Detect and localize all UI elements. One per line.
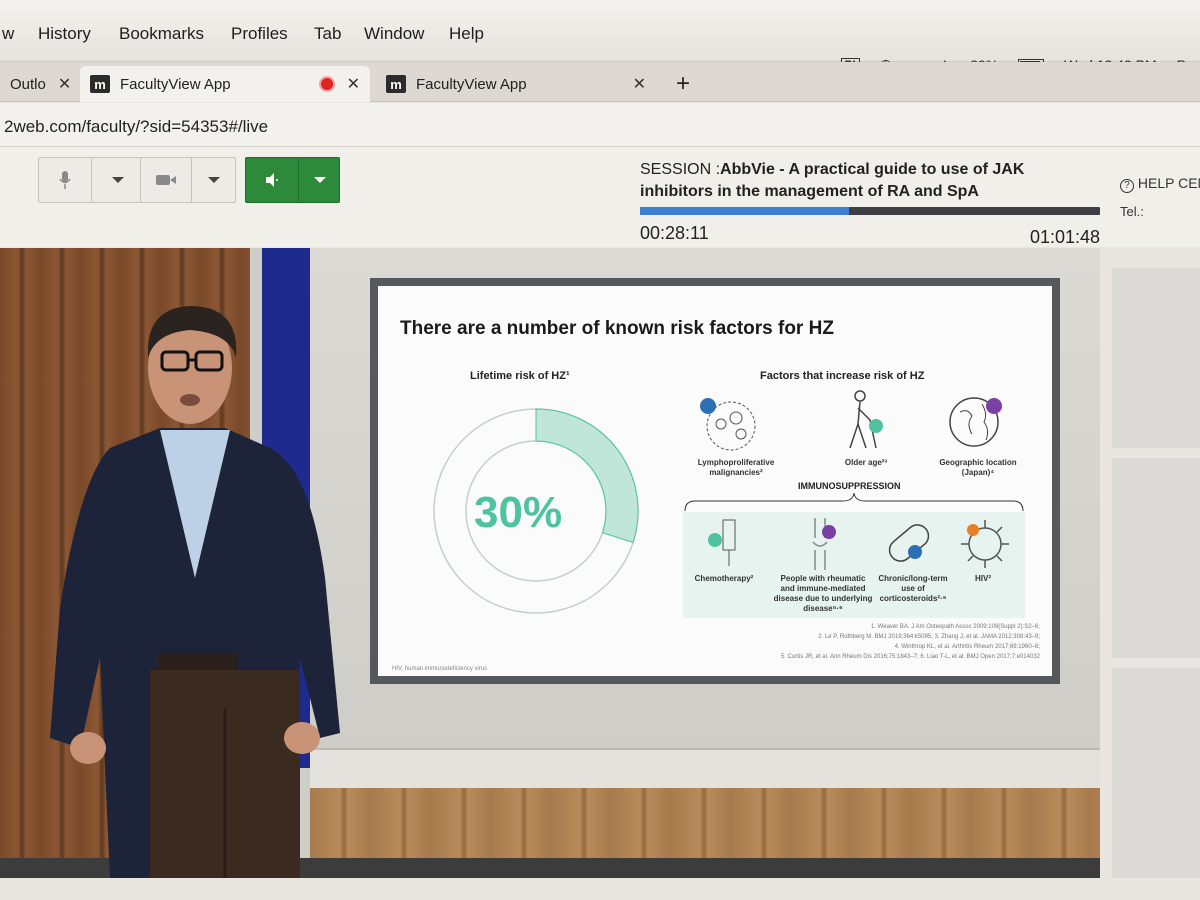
slide: There are a number of known risk factors… xyxy=(378,286,1052,676)
speaker-dropdown[interactable] xyxy=(299,158,340,202)
app-header: SESSION :AbbVie - A practical guide to u… xyxy=(0,147,1200,247)
chevron-down-icon xyxy=(208,177,220,183)
session-progress-bar[interactable] xyxy=(640,207,1100,215)
speaker-icon xyxy=(266,173,278,187)
reference-line: 5. Curtis JR, et al. Ann Rheum Dis 2016;… xyxy=(780,654,1040,660)
url-text[interactable]: 2web.com/faculty/?sid=54353#/live xyxy=(4,117,268,137)
immunosuppression-brace xyxy=(684,492,1024,512)
speaker-control xyxy=(245,157,340,203)
tab-facultyview[interactable]: m FacultyView App ✕ xyxy=(376,66,656,102)
immunosuppression-panel: Chemotherapy² People with rheumatic and … xyxy=(683,512,1025,618)
speaker-button[interactable] xyxy=(246,158,298,202)
chemotherapy-icon xyxy=(708,519,736,566)
slide-title: There are a number of known risk factors… xyxy=(400,318,834,339)
older-age-icon xyxy=(849,390,883,449)
factor-label-geographic: Geographic location (Japan)⁴ xyxy=(939,458,1017,477)
m-logo-icon: m xyxy=(386,75,406,93)
elapsed-time: 00:28:11 xyxy=(640,223,709,243)
lifetime-risk-title: Lifetime risk of HZ¹ xyxy=(470,370,570,382)
menu-window[interactable]: Window xyxy=(364,24,424,44)
tab-label: Outlo xyxy=(10,75,46,93)
progress-fill xyxy=(640,207,850,215)
close-icon[interactable]: ✕ xyxy=(58,74,71,94)
pill-icon xyxy=(888,524,930,562)
help-icon: ? xyxy=(1120,179,1134,193)
virus-icon xyxy=(961,520,1009,568)
address-bar[interactable]: 2web.com/faculty/?sid=54353#/live xyxy=(0,103,1200,147)
side-panel-top[interactable] xyxy=(1112,268,1200,448)
lymphoproliferative-icon xyxy=(700,398,756,451)
menu-tab[interactable]: Tab xyxy=(314,24,341,44)
close-icon[interactable]: ✕ xyxy=(633,74,646,94)
factors-title: Factors that increase risk of HZ xyxy=(760,370,925,382)
studio-sill xyxy=(310,748,1100,788)
menu-help[interactable]: Help xyxy=(449,24,484,44)
help-tel: Tel.: xyxy=(1120,204,1144,219)
factor-label-older-age: Older age²³ xyxy=(844,458,888,467)
video-player[interactable]: There are a number of known risk factors… xyxy=(0,248,1100,878)
session-prefix: SESSION : xyxy=(640,161,721,178)
side-panel-bottom[interactable] xyxy=(1112,668,1200,878)
help-label: HELP CENT xyxy=(1137,175,1200,191)
immunosuppression-title: IMMUNOSUPPRESSION xyxy=(798,481,901,491)
microphone-icon xyxy=(59,171,71,189)
total-time: 01:01:48 xyxy=(1030,227,1101,247)
microphone-dropdown[interactable] xyxy=(92,158,144,202)
m-logo-icon: m xyxy=(90,75,110,93)
immuno-label-hiv: HIV² xyxy=(975,574,991,583)
globe-icon xyxy=(949,397,1002,447)
slide-footnote: HIV, human immunodeficiency virus xyxy=(392,666,488,672)
references: 1. Weaver BA. J Am Osteopath Assoc 2009;… xyxy=(700,622,1040,662)
presenter-figure xyxy=(50,306,340,878)
recording-icon xyxy=(320,78,333,90)
immuno-label-corticosteroids: Chronic/long-term use of corticosteroids… xyxy=(878,574,948,603)
microphone-button[interactable] xyxy=(39,158,91,202)
tab-bar: Outlo ✕ m FacultyView App ✕ m FacultyVie… xyxy=(0,62,1200,102)
side-panel-middle[interactable] xyxy=(1112,458,1200,658)
chevron-down-icon xyxy=(313,177,326,183)
camera-control xyxy=(140,157,236,203)
reference-line: 2. Le P, Rothberg M. BMJ 2019;364:k5095;… xyxy=(818,634,1040,640)
slide-screen: There are a number of known risk factors… xyxy=(370,278,1060,684)
microphone-control xyxy=(38,157,144,203)
menu-profiles[interactable]: Profiles xyxy=(231,24,288,44)
camera-dropdown[interactable] xyxy=(192,158,236,202)
menu-bookmarks[interactable]: Bookmarks xyxy=(119,24,204,44)
tab-label: FacultyView App xyxy=(416,75,527,93)
tab-label: FacultyView App xyxy=(120,75,231,93)
reference-line: 4. Winthrop KL, et al. Arthritis Rheum 2… xyxy=(894,644,1040,650)
lifetime-risk-value: 30% xyxy=(474,488,563,537)
menu-history[interactable]: History xyxy=(38,24,91,44)
reference-line: 1. Weaver BA. J Am Osteopath Assoc 2009;… xyxy=(871,624,1040,630)
camera-icon xyxy=(156,175,176,185)
menu-view[interactable]: w xyxy=(2,24,14,44)
chevron-down-icon xyxy=(112,177,124,183)
tab-outlook[interactable]: Outlo ✕ xyxy=(0,66,71,102)
close-icon[interactable]: ✕ xyxy=(347,74,360,94)
help-center-link[interactable]: ? HELP CENT xyxy=(1120,175,1200,193)
tab-facultyview-active[interactable]: m FacultyView App ✕ xyxy=(80,66,370,102)
factor-label-lymphoproliferative: Lymphoproliferative malignancies² xyxy=(697,458,775,477)
session-title: SESSION :AbbVie - A practical guide to u… xyxy=(640,159,1100,203)
immuno-label-rheumatic: People with rheumatic and immune-mediate… xyxy=(773,574,873,613)
new-tab-icon[interactable]: + xyxy=(676,70,690,98)
camera-button[interactable] xyxy=(141,158,191,202)
menu-bar: w History Bookmarks Profiles Tab Window … xyxy=(0,0,1200,73)
immuno-label-chemotherapy: Chemotherapy² xyxy=(694,574,754,583)
studio-wood-strip xyxy=(310,788,1100,858)
joint-icon xyxy=(812,518,836,570)
